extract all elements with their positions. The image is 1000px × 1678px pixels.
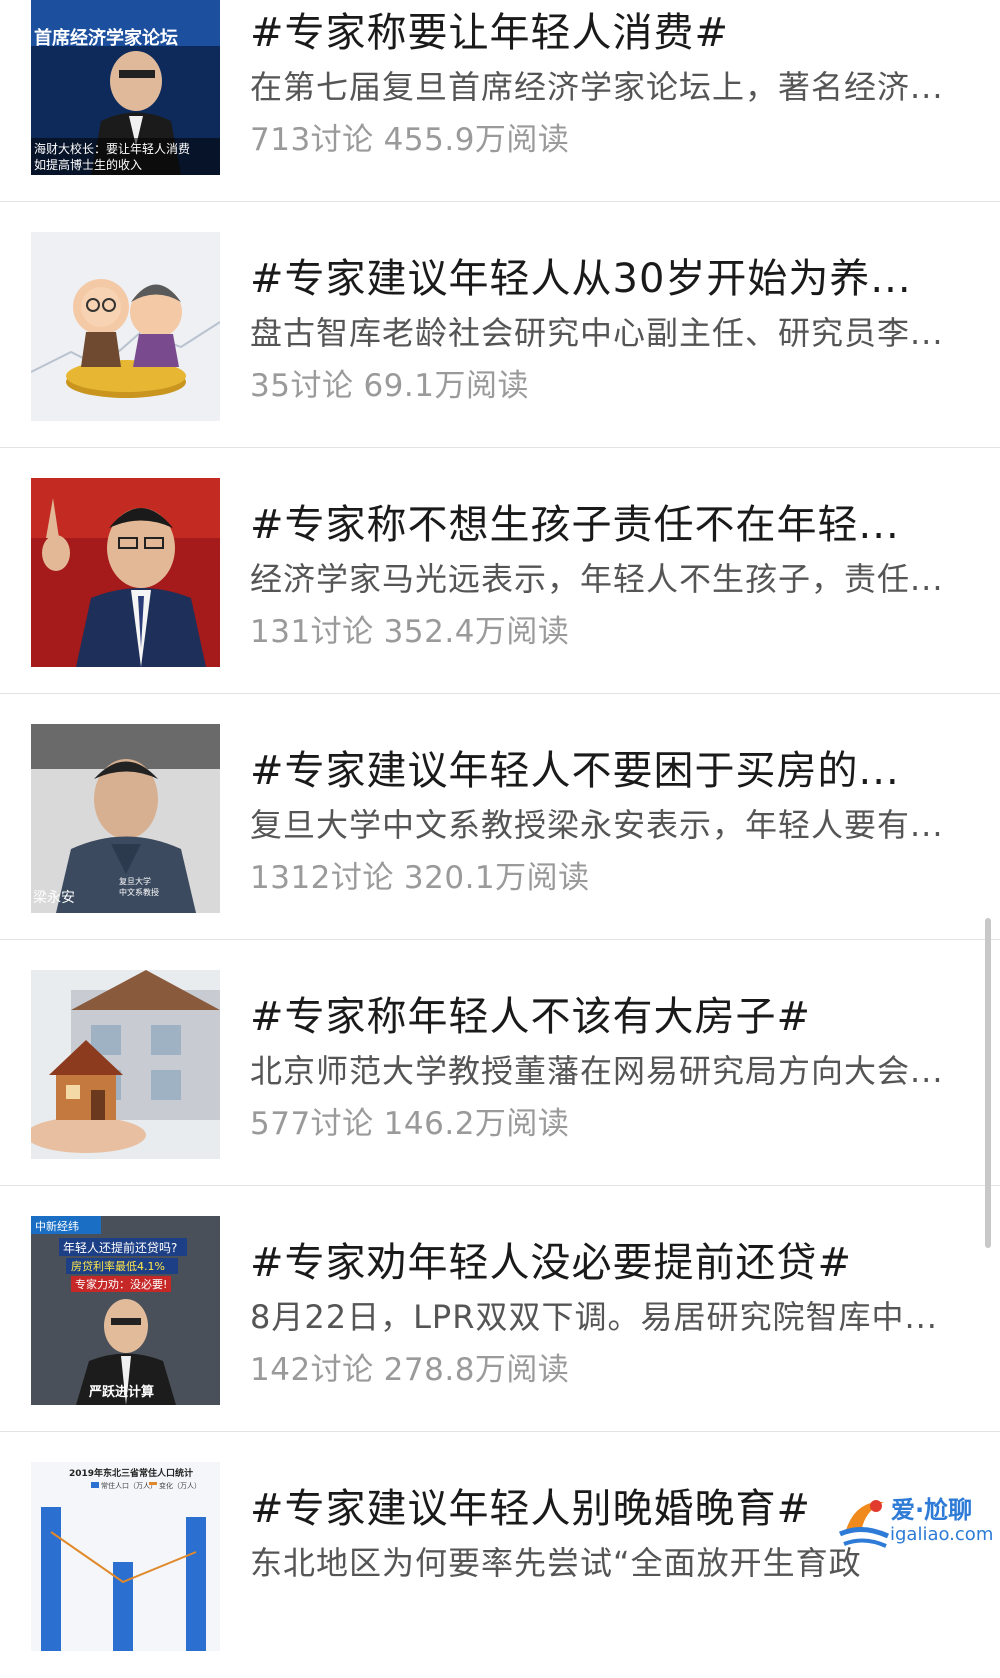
list-item[interactable]: 首席经济学家论坛 海财大校长：要让年轻人消费 如提高博士生的收入 #专家称要让年… [0,0,1000,202]
thumbnail-caption: 房贷利率最低4.1% [71,1259,165,1273]
thumbnail-caption: 中新经纬 [35,1219,79,1233]
watermark-text: 爱·尬聊 [891,1496,973,1524]
read-count: 455.9万阅读 [383,122,570,158]
topic-title[interactable]: #专家称要让年轻人消费# [250,8,960,58]
topic-stats: 1312讨论 320.1万阅读 [250,858,590,898]
topic-title[interactable]: #专家称不想生孩子责任不在年轻... [250,500,960,550]
discussion-count: 142讨论 [250,1352,374,1388]
topic-thumbnail[interactable]: 中新经纬 年轻人还提前还贷吗? 房贷利率最低4.1% 专家力劝：没必要! 严跃进… [31,1216,220,1405]
watermark-logo-icon [838,1500,890,1548]
list-item[interactable]: #专家称年轻人不该有大房子# 北京师范大学教授董藩在网易研究局方向大会... 5… [0,940,1000,1186]
list-item[interactable]: 梁永安 复旦大学 中文系教授 #专家建议年轻人不要困于买房的... 复旦大学中文… [0,694,1000,940]
watermark-domain: igaliao.com [890,1524,994,1545]
topic-description: 在第七届复旦首席经济学家论坛上，著名经济... [250,68,944,106]
thumbnail-caption: 变化（万人） [159,1481,201,1490]
topic-stats: 142讨论 278.8万阅读 [250,1350,569,1390]
topic-thumbnail[interactable] [31,970,220,1159]
topic-description: 8月22日，LPR双双下调。易居研究院智库中... [250,1298,938,1336]
topic-stats: 131讨论 352.4万阅读 [250,612,569,652]
topic-thumbnail[interactable]: 首席经济学家论坛 海财大校长：要让年轻人消费 如提高博士生的收入 [31,0,220,175]
discussion-count: 1312讨论 [250,860,394,896]
topic-thumbnail[interactable] [31,232,220,421]
discussion-count: 131讨论 [250,614,374,650]
thumbnail-caption: 严跃进计算 [88,1384,154,1400]
topic-stats: 35讨论 69.1万阅读 [250,366,529,406]
thumbnail-caption: 2019年东北三省常住人口统计 [69,1467,193,1479]
topic-description: 北京师范大学教授董藩在网易研究局方向大会... [250,1052,944,1090]
topic-title[interactable]: #专家称年轻人不该有大房子# [250,992,960,1042]
thumbnail-caption: 梁永安 [33,890,75,906]
topic-thumbnail[interactable]: 2019年东北三省常住人口统计 常住人口（万人） 变化（万人） [31,1462,220,1651]
topic-description: 复旦大学中文系教授梁永安表示，年轻人要有... [250,806,944,844]
topic-description: 经济学家马光远表示，年轻人不生孩子，责任... [250,560,944,598]
read-count: 320.1万阅读 [403,860,590,896]
thumbnail-caption: 如提高博士生的收入 [34,157,142,172]
topic-thumbnail[interactable]: 梁永安 复旦大学 中文系教授 [31,724,220,913]
thumbnail-caption: 复旦大学 [119,876,151,886]
topic-thumbnail[interactable] [31,478,220,667]
topic-stats: 713讨论 455.9万阅读 [250,120,569,160]
thumbnail-caption: 专家力劝：没必要! [75,1277,167,1291]
discussion-count: 577讨论 [250,1106,374,1142]
read-count: 278.8万阅读 [383,1352,570,1388]
list-item[interactable]: #专家称不想生孩子责任不在年轻... 经济学家马光远表示，年轻人不生孩子，责任.… [0,448,1000,694]
thumbnail-caption: 首席经济学家论坛 [34,27,178,49]
discussion-count: 35讨论 [250,368,354,404]
topic-description: 盘古智库老龄社会研究中心副主任、研究员李... [250,314,944,352]
read-count: 352.4万阅读 [383,614,570,650]
list-item[interactable]: #专家建议年轻人从30岁开始为养... 盘古智库老龄社会研究中心副主任、研究员李… [0,202,1000,448]
thumbnail-caption: 常住人口（万人） [101,1481,157,1490]
site-watermark: 爱·尬聊 igaliao.com [836,1488,996,1554]
thumbnail-caption: 年轻人还提前还贷吗? [63,1240,177,1255]
list-item[interactable]: 2019年东北三省常住人口统计 常住人口（万人） 变化（万人） #专家建议年轻人… [0,1432,1000,1678]
topic-stats: 577讨论 146.2万阅读 [250,1104,569,1144]
topic-title[interactable]: #专家建议年轻人从30岁开始为养... [250,254,960,304]
scrollbar[interactable] [985,918,991,1248]
discussion-count: 713讨论 [250,122,374,158]
thumbnail-caption: 中文系教授 [119,887,159,897]
thumbnail-caption: 海财大校长：要让年轻人消费 [34,141,190,156]
topic-feed: 首席经济学家论坛 海财大校长：要让年轻人消费 如提高博士生的收入 #专家称要让年… [0,0,1000,1651]
read-count: 146.2万阅读 [383,1106,570,1142]
topic-title[interactable]: #专家建议年轻人不要困于买房的... [250,746,960,796]
topic-title[interactable]: #专家劝年轻人没必要提前还贷# [250,1238,960,1288]
read-count: 69.1万阅读 [363,368,529,404]
list-item[interactable]: 中新经纬 年轻人还提前还贷吗? 房贷利率最低4.1% 专家力劝：没必要! 严跃进… [0,1186,1000,1432]
